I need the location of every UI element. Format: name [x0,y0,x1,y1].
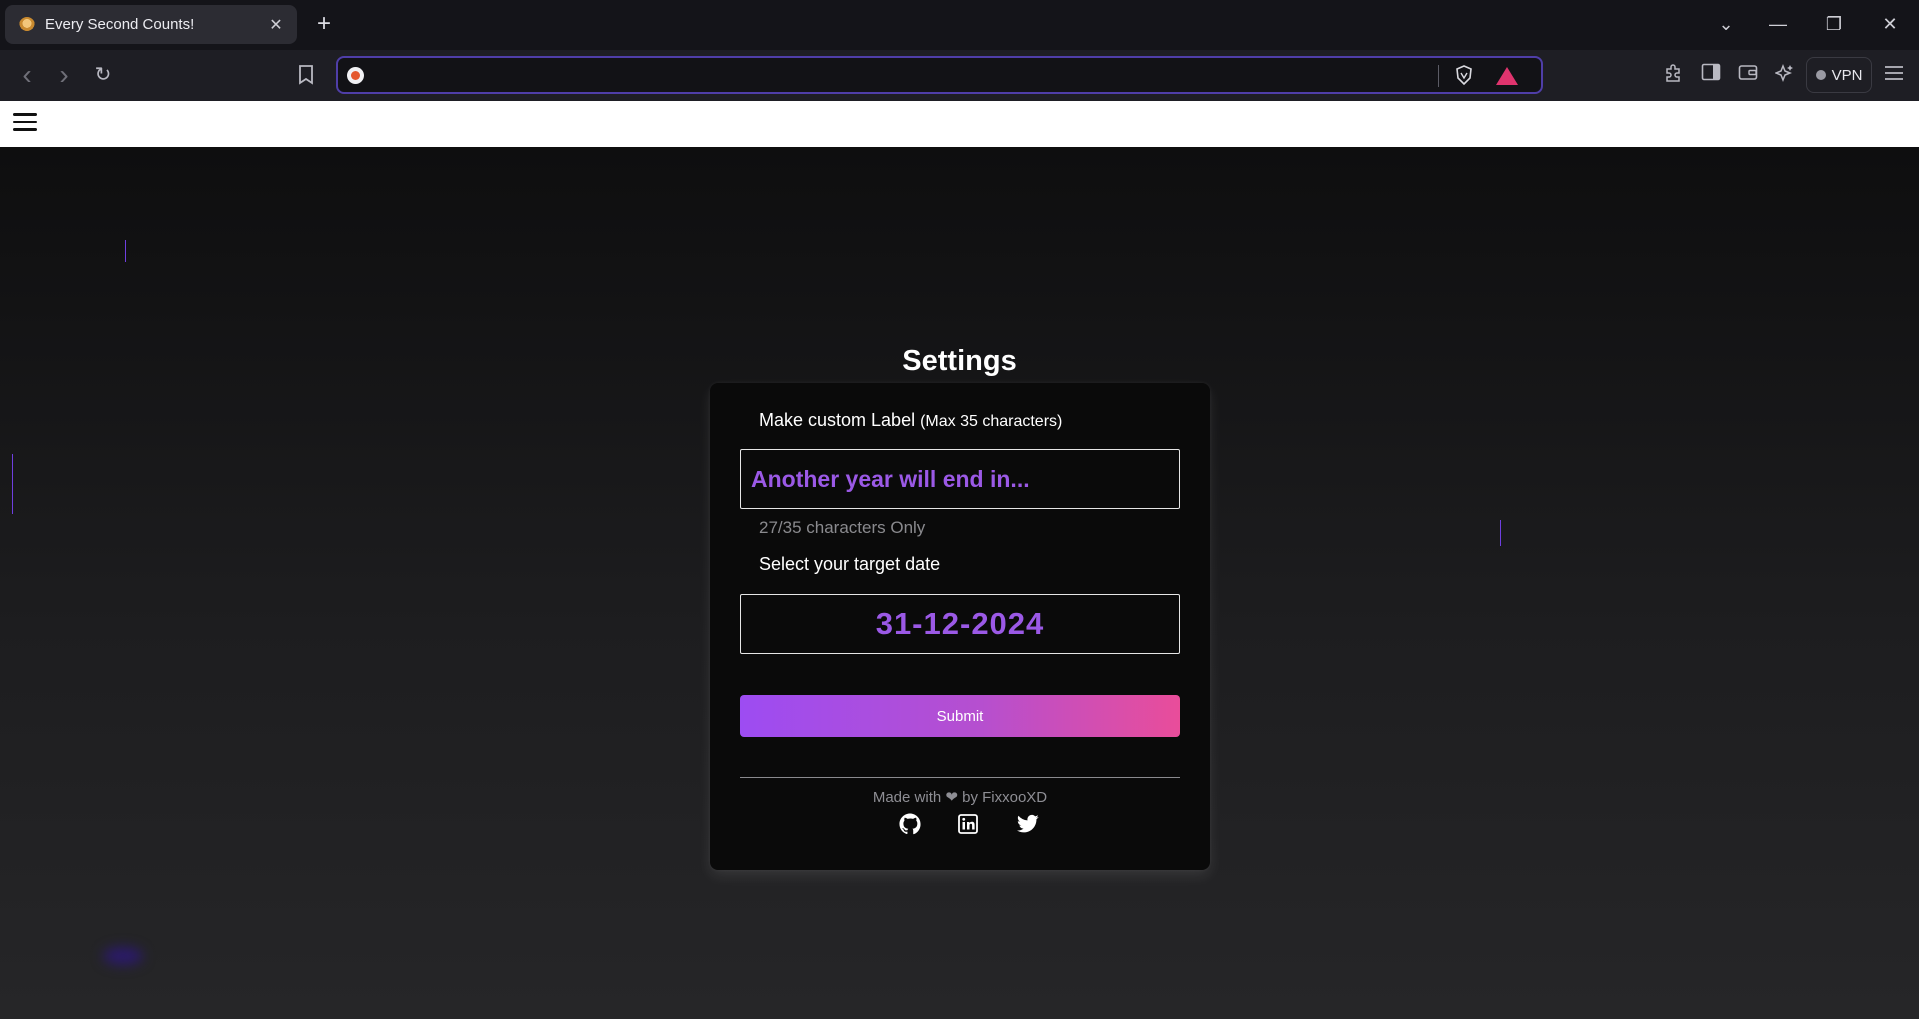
bookmark-icon [299,65,313,85]
twitter-icon[interactable] [1017,813,1039,835]
tab-close-icon[interactable]: ✕ [267,15,285,35]
close-window-button[interactable]: ✕ [1878,12,1902,36]
address-bar-divider [1438,65,1439,87]
vpn-label: VPN [1831,66,1863,84]
decorative-spark [12,454,13,514]
page-title: Settings [902,345,1017,377]
brave-rewards-icon[interactable] [1496,67,1518,85]
reload-button[interactable]: ↻ [91,63,115,87]
label-field-hint: (Max 35 characters) [920,413,1063,430]
decorative-spark [125,240,126,262]
extensions-icon[interactable] [1661,63,1685,87]
browser-tab-strip: Every Second Counts! ✕ + ⌄ — ❐ ✕ [0,0,1919,50]
sidebar-icon[interactable] [1699,63,1723,87]
submit-button[interactable]: Submit [740,695,1180,737]
menu-icon[interactable] [1882,63,1906,87]
settings-card: Make custom Label (Max 35 characters) 27… [710,383,1210,870]
target-date-input[interactable] [740,594,1180,654]
vpn-status-icon [1815,70,1826,80]
label-field-label-text: Make custom Label [759,410,916,430]
linkedin-icon[interactable] [958,813,980,835]
decorative-spark [1500,520,1501,546]
char-count-text: 27/35 characters Only [759,518,926,537]
browser-tab[interactable]: Every Second Counts! ✕ [5,5,297,44]
label-field-label: Make custom Label (Max 35 characters) [759,410,1062,431]
made-with-text: Made with ❤ by FixxooXD [872,789,1048,806]
page-background: Settings Make custom Label (Max 35 chara… [0,147,1919,1019]
bookmark-button[interactable] [294,63,318,87]
github-icon[interactable] [899,813,921,835]
tab-search-button[interactable]: ⌄ [1714,12,1738,36]
forward-button[interactable]: › [52,61,76,89]
vpn-button[interactable]: VPN [1806,57,1872,93]
tab-title: Every Second Counts! [45,16,195,33]
site-navbar [0,101,1919,147]
brave-shields-icon[interactable] [1454,65,1474,87]
back-button[interactable]: ‹ [15,61,39,89]
url-input[interactable] [372,64,1422,86]
new-tab-button[interactable]: + [312,11,336,37]
restore-button[interactable]: ❐ [1822,12,1846,36]
custom-label-input[interactable] [740,449,1180,509]
footer-divider [740,777,1180,778]
leo-ai-icon[interactable] [1773,63,1797,87]
site-info-icon[interactable] [347,67,364,84]
address-bar[interactable] [336,56,1543,94]
minimize-button[interactable]: — [1766,12,1790,36]
date-field-label: Select your target date [759,554,941,574]
browser-toolbar: ‹ › ↻ VPN [0,50,1919,101]
wallet-icon[interactable] [1736,63,1760,87]
hamburger-menu-icon[interactable] [13,113,37,133]
site-favicon-icon [19,16,35,33]
decorative-glow [103,947,143,965]
